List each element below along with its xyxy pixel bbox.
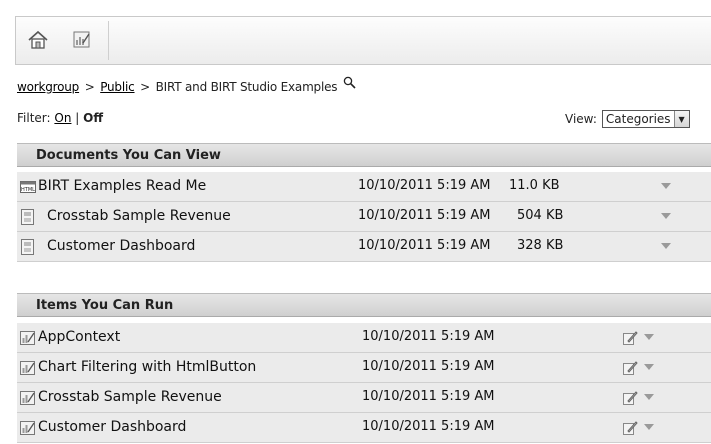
- document-row[interactable]: Crosstab Sample Revenue 10/10/2011 5:19 …: [17, 202, 711, 232]
- runnable-row[interactable]: Chart Filtering with HtmlButton 10/10/20…: [17, 353, 711, 383]
- edit-icon[interactable]: [622, 390, 638, 406]
- home-button[interactable]: [22, 23, 54, 57]
- report-design-icon: [20, 361, 35, 375]
- document-date: 10/10/2011 5:19 AM: [358, 178, 491, 193]
- document-size: 11.0 KB: [509, 178, 560, 193]
- view-select-value: Categories: [605, 112, 671, 126]
- chevron-down-icon[interactable]: [661, 243, 671, 249]
- runnable-date: 10/10/2011 5:19 AM: [362, 359, 495, 374]
- view-label: View:: [565, 112, 597, 126]
- report-design-icon: [20, 421, 35, 435]
- breadcrumb-public[interactable]: Public: [100, 80, 135, 94]
- filter-divider: |: [75, 111, 80, 125]
- document-date: 10/10/2011 5:19 AM: [358, 208, 491, 223]
- runnable-name[interactable]: Chart Filtering with HtmlButton: [38, 359, 256, 375]
- document-name[interactable]: Customer Dashboard: [47, 238, 195, 254]
- filter-on-link[interactable]: On: [54, 111, 71, 125]
- html-doc-icon: HTML: [20, 181, 36, 193]
- document-name[interactable]: Crosstab Sample Revenue: [47, 208, 231, 224]
- document-row[interactable]: HTML BIRT Examples Read Me 10/10/2011 5:…: [17, 172, 711, 202]
- new-report-button[interactable]: [66, 23, 98, 57]
- report-design-icon: [20, 331, 35, 345]
- documents-section-header: Documents You Can View: [17, 143, 711, 167]
- edit-icon[interactable]: [622, 360, 638, 376]
- breadcrumb-workgroup[interactable]: workgroup: [17, 80, 79, 94]
- runnable-row[interactable]: AppContext 10/10/2011 5:19 AM: [17, 323, 711, 353]
- chevron-down-icon[interactable]: [661, 183, 671, 189]
- report-doc-icon: [21, 209, 34, 225]
- chevron-down-icon[interactable]: [644, 394, 654, 400]
- search-icon[interactable]: [343, 76, 356, 89]
- chevron-down-icon[interactable]: [661, 213, 671, 219]
- report-design-icon: [73, 31, 90, 48]
- runnables-section-header: Items You Can Run: [17, 293, 711, 317]
- toolbar: [15, 16, 711, 65]
- document-size: 328 KB: [517, 238, 564, 253]
- breadcrumb-current: BIRT and BIRT Studio Examples: [155, 80, 338, 94]
- edit-icon[interactable]: [622, 420, 638, 436]
- toolbar-separator: [108, 21, 109, 60]
- view-select[interactable]: Categories ▼: [601, 110, 690, 128]
- runnable-date: 10/10/2011 5:19 AM: [362, 389, 495, 404]
- breadcrumb-separator: >: [140, 80, 151, 94]
- view-control: View: Categories ▼: [565, 110, 690, 128]
- breadcrumb-separator: >: [84, 80, 95, 94]
- chevron-down-icon[interactable]: [644, 424, 654, 430]
- filter-off: Off: [83, 111, 104, 125]
- chevron-down-icon[interactable]: [644, 334, 654, 340]
- document-name[interactable]: BIRT Examples Read Me: [38, 178, 206, 194]
- runnable-row[interactable]: Customer Dashboard 10/10/2011 5:19 AM: [17, 413, 711, 443]
- document-row[interactable]: Customer Dashboard 10/10/2011 5:19 AM 32…: [17, 232, 711, 262]
- runnable-row[interactable]: Crosstab Sample Revenue 10/10/2011 5:19 …: [17, 383, 711, 413]
- filter-label: Filter:: [17, 111, 51, 125]
- runnable-date: 10/10/2011 5:19 AM: [362, 329, 495, 344]
- report-doc-icon: [21, 239, 34, 255]
- breadcrumb: workgroup > Public > BIRT and BIRT Studi…: [17, 76, 356, 94]
- report-design-icon: [20, 391, 35, 405]
- document-date: 10/10/2011 5:19 AM: [358, 238, 491, 253]
- edit-icon[interactable]: [622, 330, 638, 346]
- chevron-down-icon[interactable]: ▼: [673, 111, 689, 127]
- runnable-name[interactable]: Customer Dashboard: [38, 419, 186, 435]
- runnable-name[interactable]: Crosstab Sample Revenue: [38, 389, 222, 405]
- chevron-down-icon[interactable]: [644, 364, 654, 370]
- runnable-date: 10/10/2011 5:19 AM: [362, 419, 495, 434]
- runnable-name[interactable]: AppContext: [38, 329, 120, 345]
- document-size: 504 KB: [517, 208, 564, 223]
- svg-text:HTML: HTML: [21, 187, 35, 193]
- home-icon: [28, 30, 48, 49]
- filter-control: Filter: On | Off: [17, 111, 103, 125]
